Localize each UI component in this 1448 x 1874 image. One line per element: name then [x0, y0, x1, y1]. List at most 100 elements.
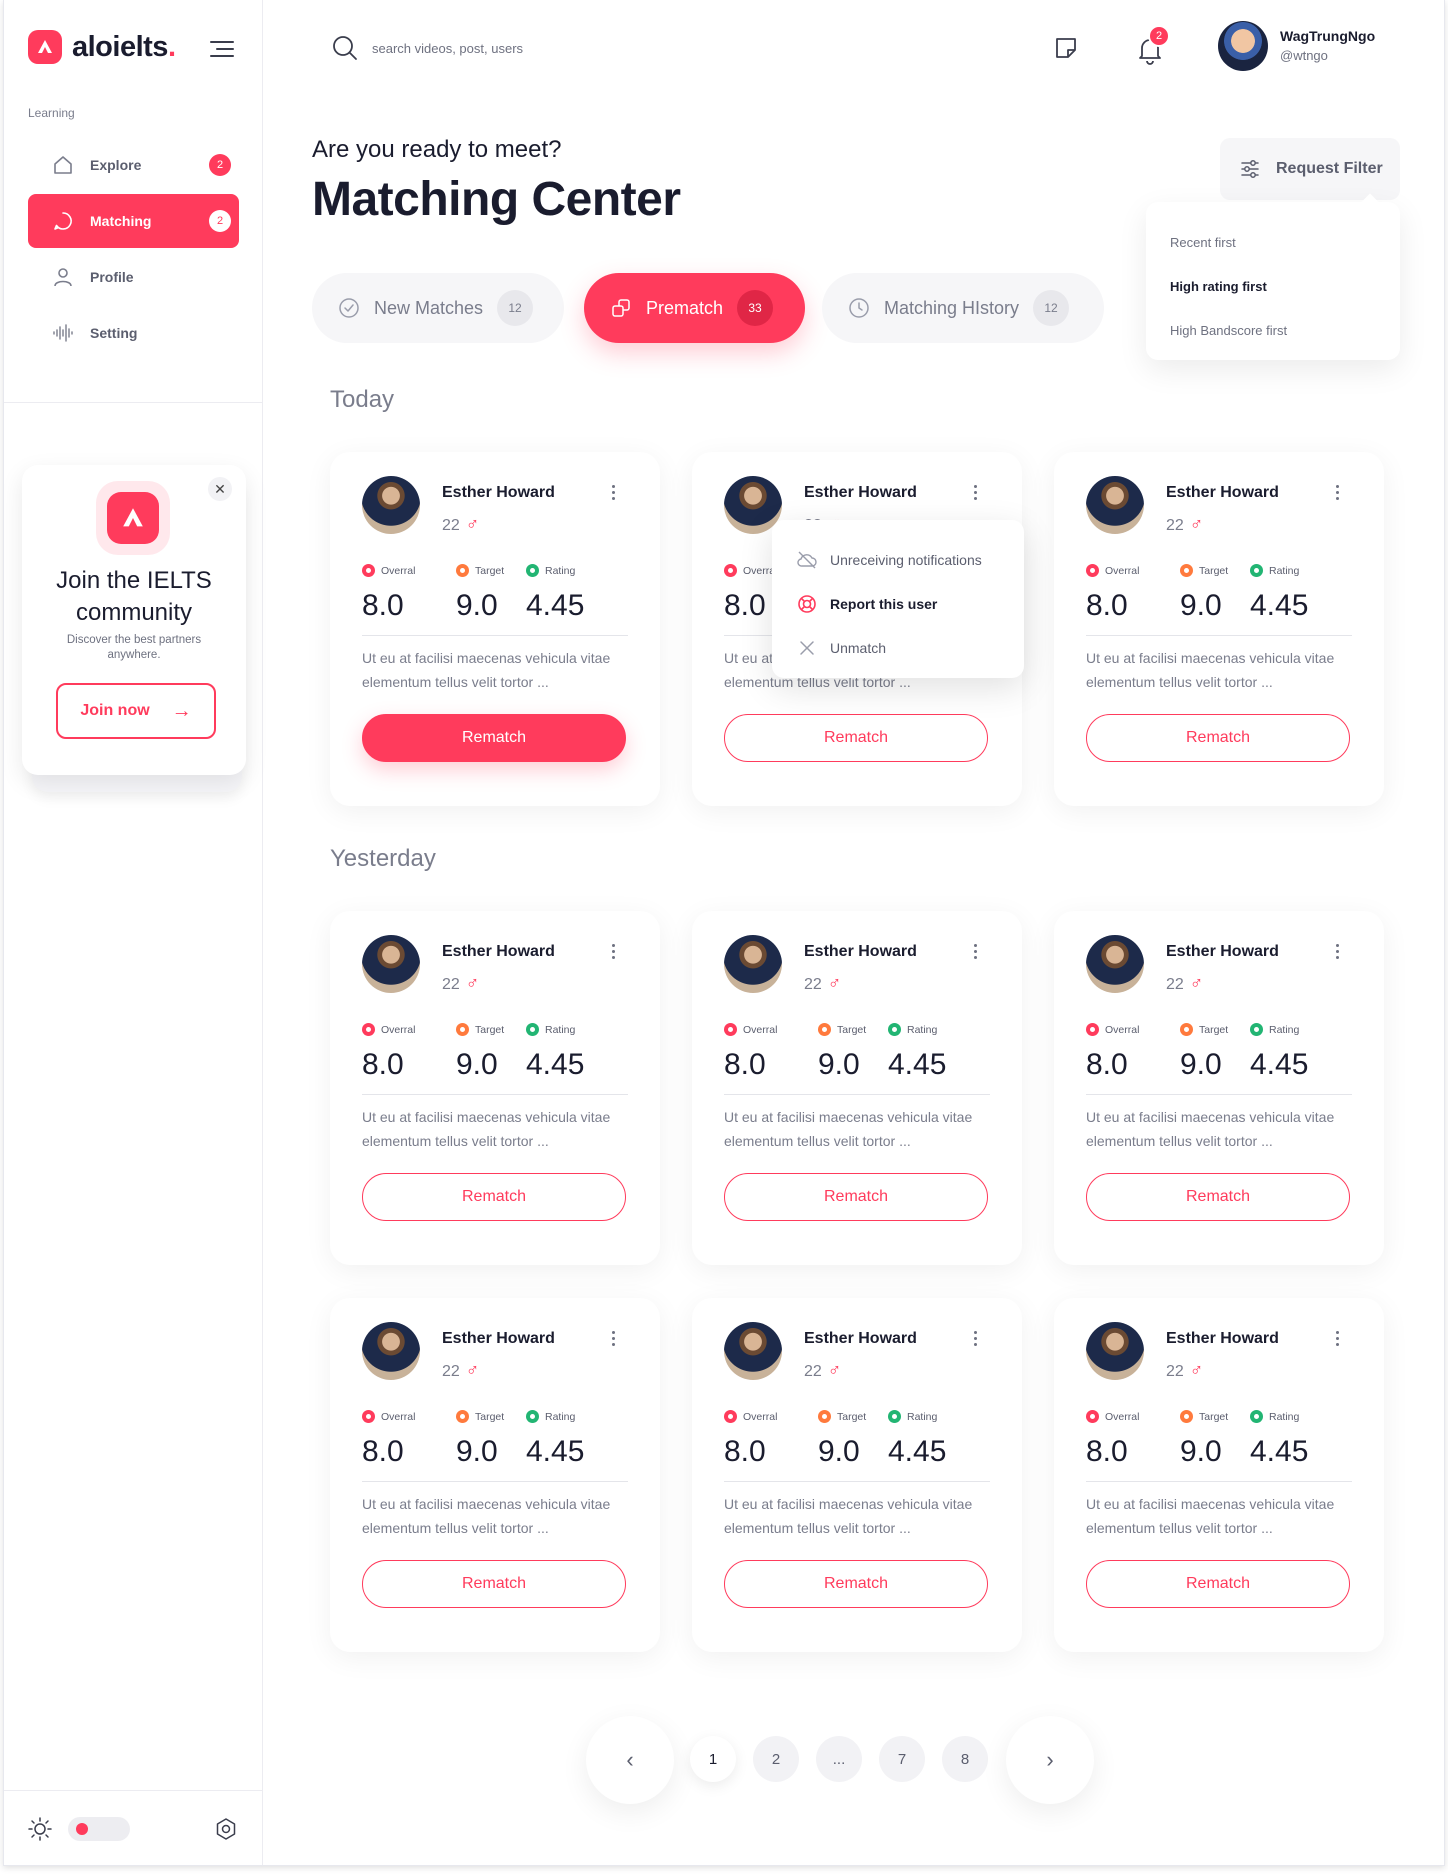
stat-label: Target	[818, 1023, 866, 1036]
stat-dot-icon	[724, 1410, 737, 1423]
group-label-yesterday: Yesterday	[330, 845, 436, 872]
tab-matching-history[interactable]: Matching HIstory 12	[822, 273, 1104, 343]
stat-label: Target	[1180, 1023, 1228, 1036]
stat-dot-icon	[526, 1023, 539, 1036]
rematch-button[interactable]: Rematch	[1086, 1173, 1350, 1221]
tab-count: 33	[737, 290, 774, 326]
rematch-button[interactable]: Rematch	[362, 1173, 626, 1221]
match-card: Esther Howard 22 ♂ Overral 8.0 Target 9.0 Ratin…	[1054, 911, 1384, 1265]
page-button-7[interactable]: 7	[879, 1736, 925, 1782]
stat-1: Target 9.0	[456, 564, 504, 623]
stat-label: Target	[1180, 564, 1228, 577]
card-description: Ut eu at facilisi maecenas vehicula vita…	[362, 1109, 611, 1149]
more-vertical-icon[interactable]	[1328, 480, 1346, 504]
avatar[interactable]	[1086, 476, 1144, 534]
stat-value: 4.45	[1250, 1048, 1309, 1081]
more-vertical-icon[interactable]	[604, 1326, 622, 1350]
card-name: Esther Howard	[1166, 1330, 1279, 1347]
join-now-button[interactable]: Join now →	[56, 683, 216, 739]
pagination-next-button[interactable]: ›	[1006, 1716, 1094, 1804]
tab-label: New Matches	[374, 297, 484, 318]
stat-label: Overral	[1086, 1410, 1139, 1423]
avatar[interactable]	[362, 935, 420, 993]
male-icon: ♂	[465, 973, 480, 993]
rematch-button[interactable]: Rematch	[362, 714, 626, 762]
more-vertical-icon[interactable]	[1328, 1326, 1346, 1350]
stat-label-text: Overral	[1105, 1023, 1140, 1036]
theme-toggle[interactable]	[68, 1817, 130, 1841]
avatar[interactable]	[1086, 935, 1144, 993]
sidebar-item-profile[interactable]: Profile	[28, 250, 239, 304]
tab-new-matches[interactable]: New Matches 12	[312, 273, 564, 343]
avatar[interactable]	[724, 1322, 782, 1380]
filter-option-recent[interactable]: Recent first	[1146, 220, 1400, 264]
menu-toggle-icon[interactable]	[209, 38, 235, 60]
page-button-1[interactable]: 1	[690, 1736, 736, 1782]
search-icon[interactable]	[331, 34, 359, 62]
tab-label: Matching HIstory	[884, 297, 1020, 318]
stat-label-text: Rating	[545, 564, 576, 577]
lifebuoy-icon	[798, 595, 816, 613]
stat-label: Target	[456, 1410, 504, 1423]
menu-item-unreceiving-notifications[interactable]: Unreceiving notifications	[772, 538, 1024, 582]
page-button-2[interactable]: 2	[753, 1736, 799, 1782]
pagination-prev-button[interactable]: ‹	[586, 1716, 674, 1804]
avatar[interactable]	[1086, 1322, 1144, 1380]
stat-dot-icon	[456, 1410, 469, 1423]
sliders-icon	[1241, 160, 1259, 178]
menu-item-report-user[interactable]: Report this user	[772, 582, 1024, 626]
request-filter-button[interactable]: Request Filter	[1220, 138, 1400, 200]
stat-label: Rating	[1250, 1023, 1308, 1036]
stat-1: Target 9.0	[456, 1410, 504, 1469]
sidebar-item-matching[interactable]: Matching 2	[28, 194, 239, 248]
filter-option-high-rating[interactable]: High rating first	[1146, 264, 1400, 308]
card-age: 22 ♂	[442, 514, 479, 535]
stat-value: 4.45	[526, 1048, 585, 1081]
tab-prematch[interactable]: Prematch 33	[584, 273, 805, 343]
stat-0: Overral 8.0	[1086, 1023, 1139, 1082]
avatar[interactable]	[1218, 21, 1268, 71]
male-icon: ♂	[1189, 973, 1204, 993]
note-icon[interactable]	[1052, 34, 1080, 62]
rematch-button[interactable]: Rematch	[362, 1560, 626, 1608]
sidebar-item-label: Setting	[90, 325, 138, 341]
more-vertical-icon[interactable]	[1328, 939, 1346, 963]
match-card: Esther Howard 22 ♂ Overral 8.0 Target 9.0 Ratin…	[1054, 1298, 1384, 1652]
more-vertical-icon[interactable]	[966, 939, 984, 963]
user-icon	[52, 266, 74, 288]
age-value: 22	[442, 976, 460, 993]
stat-dot-icon	[888, 1023, 901, 1036]
more-vertical-icon[interactable]	[966, 1326, 984, 1350]
stat-label-text: Rating	[907, 1410, 938, 1423]
stat-label: Rating	[888, 1410, 946, 1423]
page-button-8[interactable]: 8	[942, 1736, 988, 1782]
stat-label-text: Target	[475, 564, 505, 577]
rematch-button[interactable]: Rematch	[724, 714, 988, 762]
logo-mark-icon	[107, 492, 159, 544]
rematch-button[interactable]: Rematch	[1086, 714, 1350, 762]
join-now-label: Join now	[80, 702, 150, 719]
card-name: Esther Howard	[804, 1330, 917, 1347]
filter-option-high-bandscore[interactable]: High Bandscore first	[1146, 308, 1400, 352]
stat-dot-icon	[1180, 1023, 1193, 1036]
search-input[interactable]	[372, 33, 732, 63]
more-vertical-icon[interactable]	[604, 939, 622, 963]
rematch-button[interactable]: Rematch	[724, 1173, 988, 1221]
rematch-button[interactable]: Rematch	[724, 1560, 988, 1608]
avatar[interactable]	[362, 476, 420, 534]
rematch-button[interactable]: Rematch	[1086, 1560, 1350, 1608]
more-vertical-icon[interactable]	[604, 480, 622, 504]
sidebar-item-explore[interactable]: Explore 2	[28, 138, 239, 192]
close-icon[interactable]: ✕	[208, 477, 232, 501]
card-description: Ut eu at facilisi maecenas vehicula vita…	[1086, 1496, 1335, 1536]
stat-dot-icon	[1180, 564, 1193, 577]
gear-icon[interactable]	[214, 1817, 238, 1841]
clock-icon	[849, 298, 869, 318]
brand-logo[interactable]: aloielts.	[28, 30, 176, 64]
menu-item-unmatch[interactable]: Unmatch	[772, 626, 1024, 670]
more-vertical-icon[interactable]	[966, 480, 984, 504]
sidebar-item-setting[interactable]: Setting	[28, 306, 239, 360]
avatar[interactable]	[724, 935, 782, 993]
stat-label: Overral	[362, 564, 415, 577]
avatar[interactable]	[362, 1322, 420, 1380]
